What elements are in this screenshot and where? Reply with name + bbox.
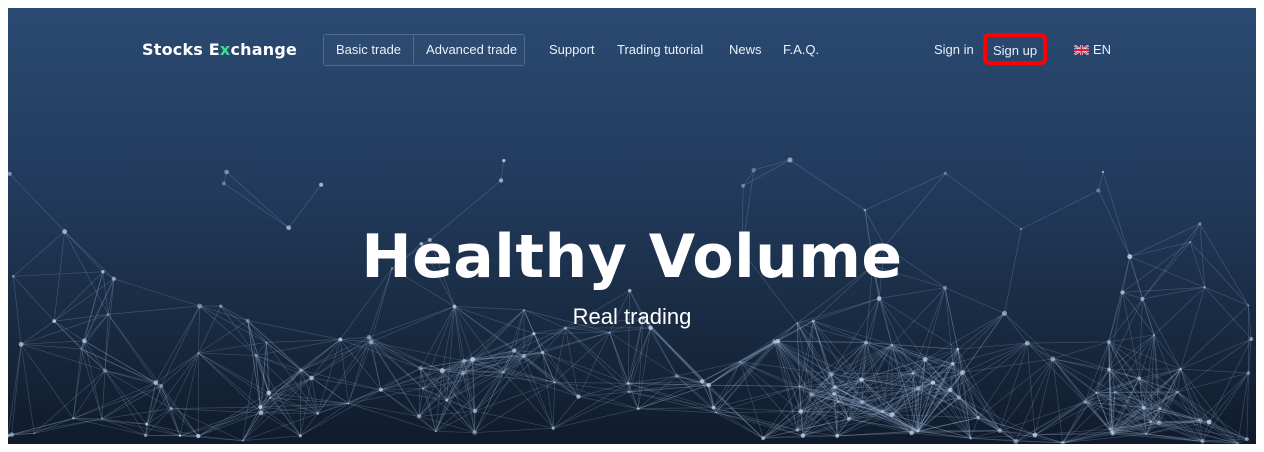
sign-up-link[interactable]: Sign up <box>987 43 1043 58</box>
language-selector[interactable]: EN <box>1074 42 1111 57</box>
basic-trade-button[interactable]: Basic trade <box>324 35 415 65</box>
uk-flag-icon <box>1074 44 1089 55</box>
nav-link-faq[interactable]: F.A.Q. <box>783 42 819 57</box>
nav-link-news[interactable]: News <box>729 42 762 57</box>
nav-link-trading-tutorial[interactable]: Trading tutorial <box>617 42 703 57</box>
trade-mode-switch: Basic trade Advanced trade <box>323 34 525 66</box>
nav-link-support[interactable]: Support <box>549 42 595 57</box>
hero-section: Stocks Exchange Basic trade Advanced tra… <box>8 8 1256 444</box>
hero-title: Healthy Volume <box>361 222 903 292</box>
hero-subtitle: Real trading <box>572 304 692 329</box>
language-label: EN <box>1093 42 1112 57</box>
sign-up-highlight: Sign up <box>983 33 1047 65</box>
logo-x-accent: x <box>219 40 231 59</box>
sign-in-link[interactable]: Sign in <box>934 42 974 57</box>
advanced-trade-button[interactable]: Advanced trade <box>414 35 529 65</box>
top-navbar: Stocks Exchange Basic trade Advanced tra… <box>8 8 1256 90</box>
brand-logo[interactable]: Stocks Exchange <box>142 40 297 59</box>
